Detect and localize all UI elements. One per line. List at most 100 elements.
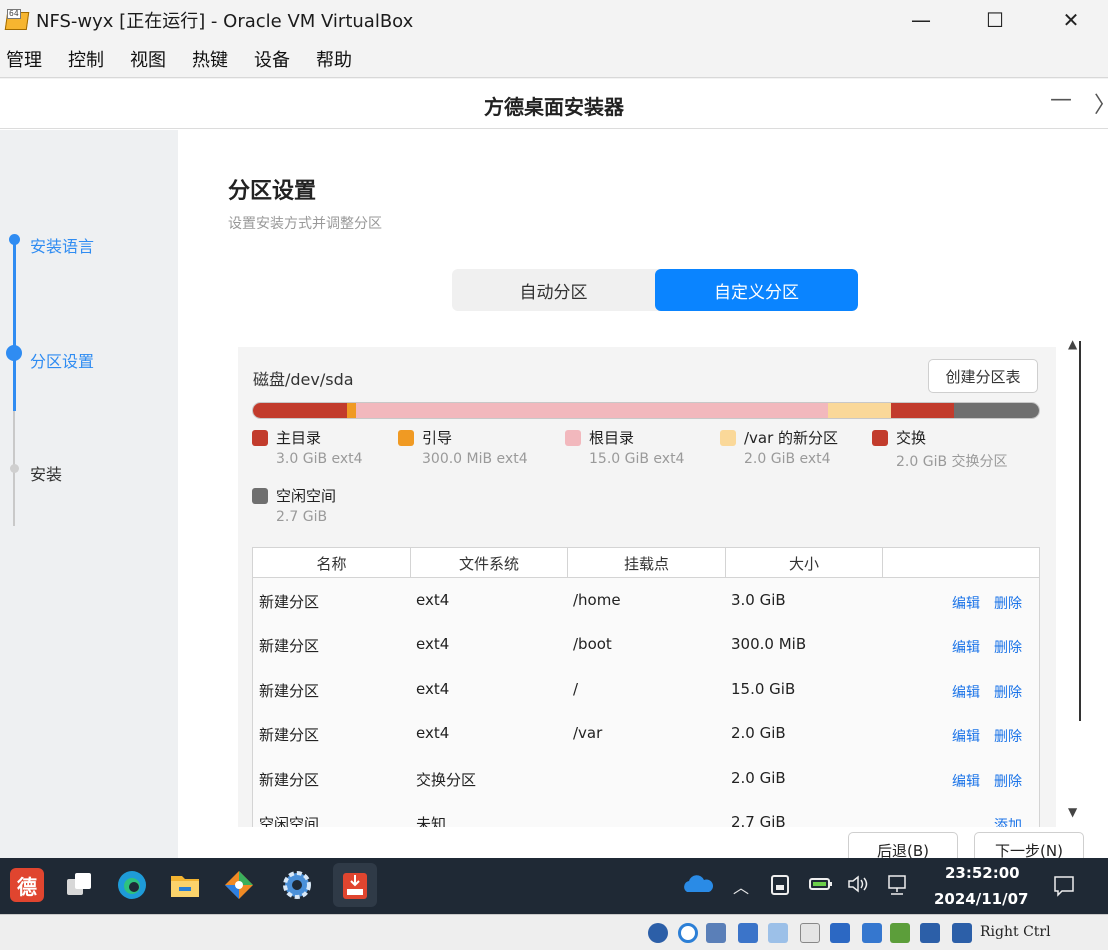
step-progress-line [13,239,16,411]
scroll-thumb[interactable] [1079,341,1081,721]
clock-date[interactable]: 2024/11/07 [934,890,1028,908]
deepin-store-icon[interactable]: 德 [10,868,44,902]
edit-link[interactable]: 编辑 [952,593,980,613]
menu-control[interactable]: 控制 [68,46,104,72]
settings-gear-icon[interactable] [280,868,314,902]
disk-label: 磁盘/dev/sda [253,370,354,389]
tray-app-icon[interactable] [770,874,790,901]
virtualbox-icon: 64 [4,8,30,32]
menu-view[interactable]: 视图 [130,46,166,72]
scroll-up-arrow-icon[interactable]: ▲ [1068,337,1077,351]
legend-desc: 2.0 GiB ext4 [744,451,831,467]
cell-size: 15.0 GiB [731,680,796,698]
menu-devices[interactable]: 设备 [254,46,290,72]
installer-minimize-button[interactable]: — [1050,87,1072,112]
battery-icon[interactable] [808,874,834,899]
audio-icon[interactable] [706,923,726,943]
menu-manage[interactable]: 管理 [6,46,42,72]
column-header-mountpoint[interactable]: 挂载点 [568,548,726,578]
legend-name: 根目录 [589,429,635,447]
cell-name: 新建分区 [259,637,320,655]
notification-icon[interactable] [1052,874,1076,903]
legend-name: 交换 [896,429,927,447]
table-row[interactable]: 新建分区 交换分区 2.0 GiB 编辑 删除 [253,757,1039,801]
menu-help[interactable]: 帮助 [316,46,352,72]
disk-bar-segment [347,403,357,418]
cpu-icon[interactable] [890,923,910,943]
column-header-filesystem[interactable]: 文件系统 [411,548,568,578]
create-partition-table-button[interactable]: 创建分区表 [928,359,1038,393]
column-header-size[interactable]: 大小 [726,548,883,578]
installer-close-button[interactable]: 〉 [1094,87,1108,119]
cell-size: 3.0 GiB [731,591,786,609]
column-header-name[interactable]: 名称 [253,548,411,578]
edit-link[interactable]: 编辑 [952,771,980,791]
table-row[interactable]: 新建分区 ext4 /boot 300.0 MiB 编辑 删除 [253,623,1039,667]
cell-filesystem: ext4 [416,635,450,653]
table-header: 名称 文件系统 挂载点 大小 [253,548,1039,578]
legend-swatch [398,430,414,446]
shared-folder-icon[interactable] [800,923,820,943]
delete-link[interactable]: 删除 [994,771,1022,791]
page-title: 分区设置 [228,179,317,204]
step-language: 安装语言 [30,237,95,256]
window-manager-icon[interactable] [62,868,96,902]
file-explorer-icon[interactable] [168,868,202,902]
recording-icon[interactable] [862,923,882,943]
keyboard-icon[interactable] [952,923,972,943]
color-app-icon[interactable] [222,868,256,902]
network-adapter-icon[interactable] [738,923,758,943]
mouse-integration-icon[interactable] [920,923,940,943]
legend-desc: 15.0 GiB ext4 [589,451,685,467]
cell-mountpoint: /boot [573,635,612,653]
hard-disk-icon[interactable] [648,923,668,943]
tab-custom-partition[interactable]: 自定义分区 [655,269,858,311]
edge-browser-icon[interactable] [115,868,149,902]
delete-link[interactable]: 删除 [994,682,1022,702]
display-icon[interactable] [830,923,850,943]
close-button[interactable]: ✕ [1034,0,1108,40]
legend-name: 空闲空间 [276,487,337,505]
delete-link[interactable]: 删除 [994,726,1022,746]
installer-title: 方德桌面安装器 [484,95,624,119]
edit-link[interactable]: 编辑 [952,726,980,746]
legend-swatch [872,430,888,446]
edit-link[interactable]: 编辑 [952,682,980,702]
table-row[interactable]: 新建分区 ext4 /home 3.0 GiB 编辑 删除 [253,579,1039,623]
delete-link[interactable]: 删除 [994,637,1022,657]
speaker-icon[interactable] [846,874,870,899]
panel-scrollbar[interactable] [1062,334,1086,829]
network-icon[interactable] [885,874,909,901]
onedrive-icon[interactable] [683,874,713,899]
menu-hotkeys[interactable]: 热键 [192,46,228,72]
edit-link[interactable]: 编辑 [952,637,980,657]
usb-icon[interactable] [768,923,788,943]
tab-auto-partition[interactable]: 自动分区 [452,269,655,311]
minimize-button[interactable]: — [884,0,958,40]
legend-swatch [252,430,268,446]
maximize-button[interactable]: ☐ [958,0,1032,40]
installer-app-icon[interactable] [333,863,377,907]
delete-link[interactable]: 删除 [994,593,1022,613]
cell-name: 新建分区 [259,593,320,611]
installer-header: 方德桌面安装器 — 〉 [0,79,1108,129]
optical-drive-icon[interactable] [678,923,698,943]
disk-bar-segment [954,403,1039,418]
add-link[interactable]: 添加 [994,815,1022,827]
cell-size: 2.7 GiB [731,813,786,827]
table-row[interactable]: 新建分区 ext4 / 15.0 GiB 编辑 删除 [253,668,1039,712]
step-install: 安装 [30,465,63,484]
back-button[interactable]: 后退(B) [848,832,958,858]
cell-filesystem: ext4 [416,724,450,742]
step-dot-language [9,234,20,245]
legend-name: 主目录 [276,429,322,447]
scroll-down-arrow-icon[interactable]: ▼ [1068,805,1077,819]
next-button[interactable]: 下一步(N) [974,832,1084,858]
clock-time[interactable]: 23:52:00 [945,864,1020,882]
chevron-up-icon[interactable]: ︿ [733,874,749,898]
table-row[interactable]: 新建分区 ext4 /var 2.0 GiB 编辑 删除 [253,712,1039,756]
legend-desc: 2.7 GiB [276,509,328,525]
table-row[interactable]: 空闲空间 未知 2.7 GiB 添加 [253,801,1039,827]
steps-sidebar: 安装语言 分区设置 安装 [0,130,178,858]
cell-name: 新建分区 [259,726,320,744]
